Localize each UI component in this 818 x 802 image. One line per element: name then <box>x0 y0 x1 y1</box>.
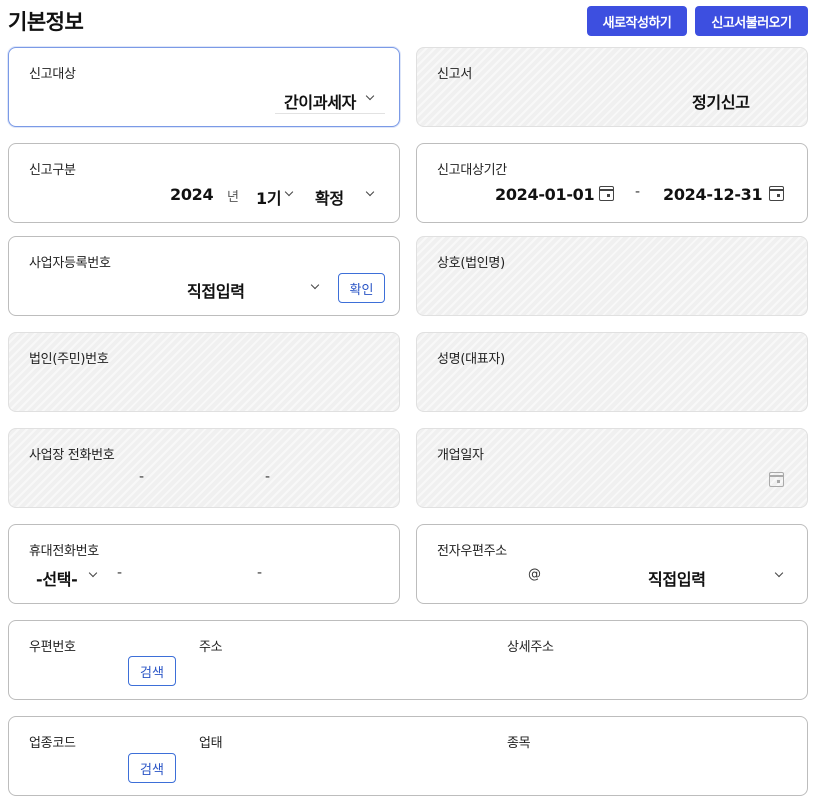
chevron-down-icon[interactable] <box>365 187 375 197</box>
company-name-field: 상호(법인명) <box>416 236 808 316</box>
select-underline <box>275 113 385 114</box>
phone-separator: - <box>139 469 145 485</box>
report-form-value: 정기신고 <box>692 93 750 112</box>
address-field: 우편번호 검색 주소 상세주소 <box>8 620 808 700</box>
industry-code-label: 업종코드 <box>29 736 76 751</box>
period-start-date[interactable]: 2024-01-01 <box>495 185 595 204</box>
date-separator: - <box>635 184 641 200</box>
email-domain-select[interactable]: 직접입력 <box>648 566 706 590</box>
report-status-select[interactable]: 확정 <box>315 185 344 209</box>
industry-field: 업종코드 검색 업태 종목 <box>8 716 808 796</box>
zip-search-button[interactable]: 검색 <box>128 656 176 686</box>
open-date-field: 개업일자 <box>416 428 808 508</box>
page-title: 기본정보 <box>8 10 84 34</box>
mobile-prefix-select[interactable]: -선택- <box>36 566 78 590</box>
report-target-field[interactable]: 신고대상 간이과세자 <box>8 47 400 127</box>
report-target-label: 신고대상 <box>29 67 76 82</box>
zip-label: 우편번호 <box>29 640 76 655</box>
rep-name-field: 성명(대표자) <box>416 332 808 412</box>
confirm-button[interactable]: 확인 <box>338 273 385 303</box>
chevron-down-icon[interactable] <box>774 568 784 578</box>
rep-name-label: 성명(대표자) <box>437 352 505 367</box>
report-year-value[interactable]: 2024 <box>170 185 214 204</box>
corp-reg-no-field: 법인(주민)번호 <box>8 332 400 412</box>
industry-search-button[interactable]: 검색 <box>128 753 176 783</box>
address-label: 주소 <box>199 640 223 655</box>
mobile-field: 휴대전화번호 -선택- - - <box>8 524 400 604</box>
report-form-field: 신고서 정기신고 <box>416 47 808 127</box>
chevron-down-icon[interactable] <box>310 280 320 290</box>
calendar-icon[interactable] <box>769 186 784 201</box>
biz-reg-no-select[interactable]: 직접입력 <box>187 278 245 302</box>
email-at-sign: @ <box>528 567 541 582</box>
year-unit-label: 년 <box>227 190 239 205</box>
report-period-label: 신고대상기간 <box>437 163 507 178</box>
chevron-down-icon[interactable] <box>365 91 375 101</box>
new-report-button[interactable]: 새로작성하기 <box>587 6 687 36</box>
corp-reg-no-label: 법인(주민)번호 <box>29 352 109 367</box>
load-report-button[interactable]: 신고서불러오기 <box>695 6 808 36</box>
phone-separator: - <box>265 469 271 485</box>
biz-type-label: 업태 <box>199 736 223 751</box>
chevron-down-icon[interactable] <box>284 187 294 197</box>
email-field: 전자우편주소 @ 직접입력 <box>416 524 808 604</box>
biz-phone-label: 사업장 전화번호 <box>29 448 115 463</box>
detail-address-label: 상세주소 <box>507 640 554 655</box>
biz-item-label: 종목 <box>507 736 531 751</box>
calendar-icon <box>769 472 784 487</box>
report-type-label: 신고구분 <box>29 163 76 178</box>
chevron-down-icon[interactable] <box>88 568 98 578</box>
report-type-field: 신고구분 2024 년 1기 확정 <box>8 143 400 223</box>
report-form-label: 신고서 <box>437 67 472 82</box>
calendar-icon[interactable] <box>599 186 614 201</box>
report-period-field: 신고대상기간 2024-01-01 - 2024-12-31 <box>416 143 808 223</box>
report-target-select[interactable]: 간이과세자 <box>284 89 356 113</box>
open-date-label: 개업일자 <box>437 448 484 463</box>
phone-separator: - <box>257 565 263 581</box>
mobile-label: 휴대전화번호 <box>29 544 99 559</box>
report-period-select[interactable]: 1기 <box>256 185 282 209</box>
biz-reg-no-label: 사업자등록번호 <box>29 256 111 271</box>
phone-separator: - <box>117 565 123 581</box>
company-name-label: 상호(법인명) <box>437 256 505 271</box>
email-label: 전자우편주소 <box>437 544 507 559</box>
biz-reg-no-field: 사업자등록번호 직접입력 확인 <box>8 236 400 316</box>
period-end-date[interactable]: 2024-12-31 <box>663 185 763 204</box>
biz-phone-field: 사업장 전화번호 - - <box>8 428 400 508</box>
